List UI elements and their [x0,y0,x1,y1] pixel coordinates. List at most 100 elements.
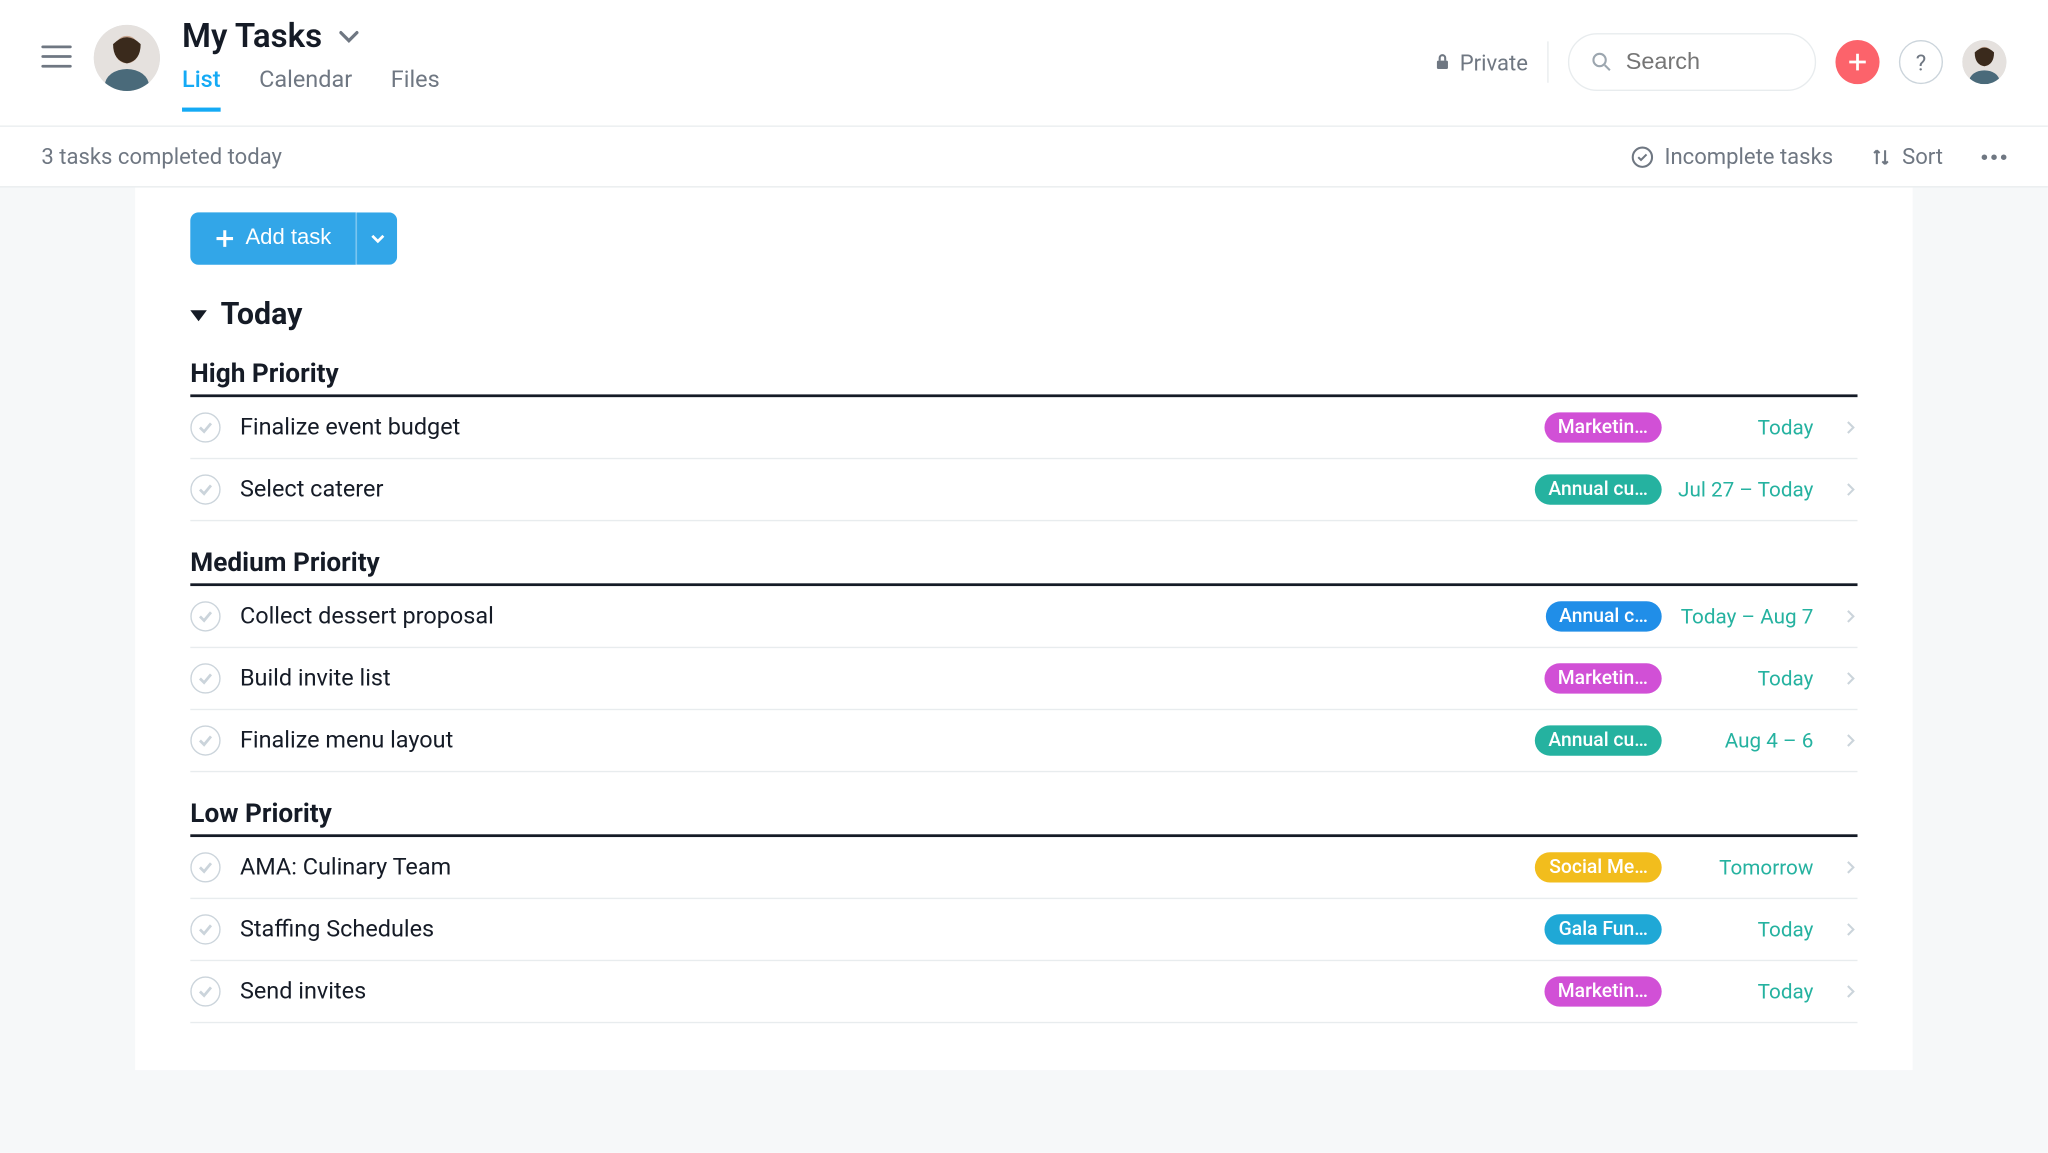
chevron-right-icon[interactable] [1844,610,1858,624]
chevron-down-icon[interactable] [339,26,358,45]
tab-calendar[interactable]: Calendar [259,66,352,112]
project-avatar[interactable] [94,25,160,91]
task-title: Collect dessert proposal [240,603,1545,631]
privacy-label: Private [1460,49,1528,75]
completion-status: 3 tasks completed today [41,143,282,169]
chevron-right-icon[interactable] [1844,734,1858,748]
project-pill[interactable]: Marketin… [1544,663,1662,693]
task-date: Today [1675,979,1813,1004]
search-input[interactable] [1626,48,1793,76]
add-task-dropdown[interactable] [356,212,397,264]
project-pill[interactable]: Annual c… [1545,601,1661,631]
task-title: Finalize event budget [240,414,1544,442]
lock-icon [1432,52,1451,71]
task-title: Staffing Schedules [240,916,1545,944]
task-row[interactable]: Finalize event budgetMarketin… Today [190,397,1857,459]
task-date: Today – Aug 7 [1675,604,1813,629]
priority-header[interactable]: Medium Priority [190,546,1857,586]
chevron-down-icon [371,232,385,246]
check-icon [197,921,214,938]
chevron-right-icon[interactable] [1844,483,1858,497]
plus-icon [1848,52,1867,71]
task-row[interactable]: Finalize menu layoutAnnual cu… Aug 4 – 6 [190,710,1857,772]
task-date: Today [1675,917,1813,942]
collapse-triangle-icon[interactable] [190,310,207,321]
tab-files[interactable]: Files [391,66,440,112]
global-add-button[interactable] [1835,40,1879,84]
task-date: Aug 4 – 6 [1675,728,1813,753]
task-date: Tomorrow [1675,855,1813,880]
complete-checkbox[interactable] [190,474,220,504]
section-header[interactable]: Today [190,298,1857,332]
add-task-group: Add task [190,212,1857,264]
header-right: Private ? [1432,33,2006,91]
task-row[interactable]: Staffing SchedulesGala Fun… Today [190,899,1857,961]
title-block: My Tasks List Calendar Files [182,17,1410,112]
task-row[interactable]: Select catererAnnual cu… Jul 27 – Today [190,459,1857,521]
chevron-right-icon[interactable] [1844,421,1858,435]
hamburger-menu-icon[interactable] [41,41,71,71]
help-button[interactable]: ? [1899,40,1943,84]
task-title: Build invite list [240,665,1544,693]
task-meta: Marketin… Today [1544,976,1858,1006]
filter-incomplete[interactable]: Incomplete tasks [1631,143,1833,169]
tab-list[interactable]: List [182,66,221,112]
more-actions-icon[interactable] [1982,154,2007,160]
chevron-right-icon[interactable] [1844,923,1858,937]
search-box[interactable] [1568,33,1816,91]
check-icon [197,419,214,436]
check-icon [197,983,214,1000]
task-row[interactable]: Collect dessert proposalAnnual c… Today –… [190,586,1857,648]
complete-checkbox[interactable] [190,852,220,882]
task-title: Send invites [240,978,1544,1006]
project-pill[interactable]: Annual cu… [1535,725,1662,755]
sort-button[interactable]: Sort [1872,143,1943,169]
task-date: Today [1675,415,1813,440]
check-icon [197,732,214,749]
complete-checkbox[interactable] [190,976,220,1006]
task-meta: Annual cu… Jul 27 – Today [1535,474,1858,504]
view-tabs: List Calendar Files [182,66,1410,112]
task-list-card: Add task Today High PriorityFinalize eve… [135,188,1913,1071]
task-row[interactable]: AMA: Culinary TeamSocial Me…Tomorrow [190,837,1857,899]
chevron-right-icon[interactable] [1844,985,1858,999]
check-icon [197,481,214,498]
add-task-button[interactable]: Add task [190,212,356,264]
complete-checkbox[interactable] [190,601,220,631]
task-meta: Marketin… Today [1544,663,1858,693]
user-avatar[interactable] [1962,40,2006,84]
check-icon [197,608,214,625]
app-header: My Tasks List Calendar Files Private ? [0,0,2048,127]
page-title: My Tasks [182,17,322,56]
project-pill[interactable]: Marketin… [1544,976,1662,1006]
sort-icon [1872,147,1891,166]
task-row[interactable]: Build invite listMarketin… Today [190,648,1857,710]
check-icon [197,670,214,687]
complete-checkbox[interactable] [190,663,220,693]
task-row[interactable]: Send invitesMarketin… Today [190,961,1857,1023]
section-title: Today [221,298,303,332]
chevron-right-icon[interactable] [1844,860,1858,874]
complete-checkbox[interactable] [190,725,220,755]
project-pill[interactable]: Gala Fun… [1545,914,1662,944]
project-pill[interactable]: Annual cu… [1535,474,1662,504]
task-meta: Gala Fun… Today [1545,914,1858,944]
complete-checkbox[interactable] [190,914,220,944]
priority-header[interactable]: High Priority [190,357,1857,397]
privacy-indicator[interactable]: Private [1432,49,1528,75]
priority-header[interactable]: Low Priority [190,797,1857,837]
list-toolbar: 3 tasks completed today Incomplete tasks… [0,127,2048,188]
task-date: Jul 27 – Today [1675,477,1813,502]
project-pill[interactable]: Marketin… [1544,412,1662,442]
complete-checkbox[interactable] [190,412,220,442]
project-pill[interactable]: Social Me… [1535,852,1661,882]
chevron-right-icon[interactable] [1844,672,1858,686]
check-circle-icon [1631,145,1653,167]
task-meta: Social Me… Tomorrow [1535,852,1857,882]
task-title: Finalize menu layout [240,727,1535,755]
plus-icon [215,229,234,248]
task-title: Select caterer [240,476,1535,504]
task-date: Today [1675,666,1813,691]
main-area: Add task Today High PriorityFinalize eve… [0,188,2048,1153]
divider [1547,41,1548,82]
